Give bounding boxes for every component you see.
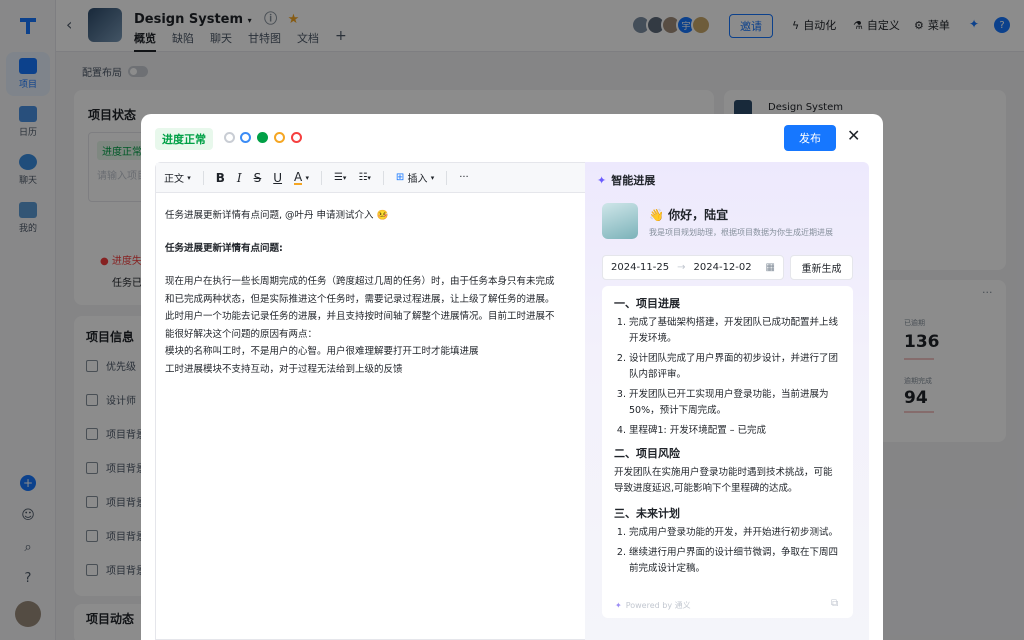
sparkle-icon: ✦ bbox=[597, 173, 607, 187]
regenerate-button[interactable]: 重新生成 bbox=[790, 255, 853, 280]
ai-result-card: 一、项目进展 完成了基础架构搭建，开发团队已成功配置并上线开发环境。 设计团队完… bbox=[602, 286, 853, 618]
italic-icon[interactable]: I bbox=[237, 171, 242, 185]
section-title: 一、项目进展 bbox=[614, 297, 680, 310]
underline-icon[interactable]: U bbox=[273, 171, 282, 185]
list-item: 开发团队已开工实现用户登录功能，当前进展为50%，预计下周完成。 bbox=[629, 387, 841, 419]
assistant-avatar bbox=[602, 203, 638, 239]
strikethrough-icon[interactable]: S bbox=[254, 171, 262, 185]
section-title: 三、未来计划 bbox=[614, 507, 680, 520]
editor-toolbar: 正文 ▾ B I S U A ▾ ☰ ▾ ☷ ▾ ⊞ 插入 ▾ ··· bbox=[156, 163, 586, 193]
list-item: 继续进行用户界面的设计细节微调，争取在下周四前完成设计定稿。 bbox=[629, 545, 841, 577]
ai-progress-panel: ✦ 智能进展 👋 你好，陆宜 我是项目规划助理，根据项目数据为你生成近期进展 20… bbox=[585, 162, 869, 640]
section-title: 二、项目风险 bbox=[614, 447, 680, 460]
editor: 正文 ▾ B I S U A ▾ ☰ ▾ ☷ ▾ ⊞ 插入 ▾ ··· 任务进展… bbox=[155, 162, 586, 640]
status-dot-blue[interactable] bbox=[240, 132, 251, 143]
chevron-down-icon: ▾ bbox=[187, 173, 191, 182]
list-item: 设计团队完成了用户界面的初步设计，并进行了团队内部评审。 bbox=[629, 351, 841, 383]
doc-heading: 任务进展更新详情有点问题: bbox=[165, 243, 283, 254]
list-item: 完成了基础架构搭建，开发团队已成功配置并上线开发环境。 bbox=[629, 315, 841, 347]
publish-button[interactable]: 发布 bbox=[784, 125, 836, 151]
list-item: 完成用户登录功能的开发，并开始进行初步测试。 bbox=[629, 525, 841, 541]
bullet-list-icon[interactable]: ☰ ▾ bbox=[334, 172, 346, 183]
progress-modal: 进度正常 发布 ✕ 正文 ▾ B I S U A ▾ ☰ ▾ ☷ ▾ ⊞ 插入 … bbox=[141, 114, 883, 640]
ai-subtitle: 我是项目规划助理，根据项目数据为你生成近期进展 bbox=[649, 228, 833, 237]
tongyi-logo-icon: ✦ bbox=[615, 601, 622, 610]
more-icon[interactable]: ··· bbox=[459, 172, 469, 183]
numbered-list-icon[interactable]: ☷ ▾ bbox=[358, 172, 370, 183]
risk-text: 开发团队在实施用户登录功能时遇到技术挑战，可能导致进度延迟,可能影响下个里程碑的… bbox=[614, 467, 833, 494]
document-body[interactable]: 任务进展更新详情有点问题, @叶丹 申请测试介入 🤒 任务进展更新详情有点问题:… bbox=[165, 207, 577, 378]
copy-icon[interactable]: ⧉ bbox=[831, 598, 838, 609]
ai-greeting: 👋 你好，陆宜 bbox=[649, 208, 729, 222]
text-style-select[interactable]: 正文 ▾ bbox=[164, 170, 191, 186]
status-dot-green[interactable] bbox=[257, 132, 268, 143]
text-color-icon[interactable]: A ▾ bbox=[294, 171, 309, 185]
status-dot-gray[interactable] bbox=[224, 132, 235, 143]
doc-intro: 任务进展更新详情有点问题, @叶丹 申请测试介入 🤒 bbox=[165, 210, 389, 221]
date-range-picker[interactable]: 2024-11-25 → 2024-12-02 ▦ bbox=[602, 255, 784, 280]
powered-by: ✦ Powered by 通义 bbox=[615, 601, 691, 610]
bold-icon[interactable]: B bbox=[216, 171, 225, 185]
status-badge[interactable]: 进度正常 bbox=[155, 128, 213, 150]
insert-icon: ⊞ bbox=[395, 172, 405, 183]
ai-panel-title: ✦ 智能进展 bbox=[597, 173, 656, 188]
close-icon[interactable]: ✕ bbox=[847, 126, 860, 145]
status-dot-red[interactable] bbox=[291, 132, 302, 143]
list-item: 里程碑1: 开发环境配置 – 已完成 bbox=[629, 423, 841, 439]
status-dot-orange[interactable] bbox=[274, 132, 285, 143]
insert-button[interactable]: ⊞ 插入 ▾ bbox=[396, 170, 434, 185]
calendar-icon: ▦ bbox=[765, 262, 775, 273]
